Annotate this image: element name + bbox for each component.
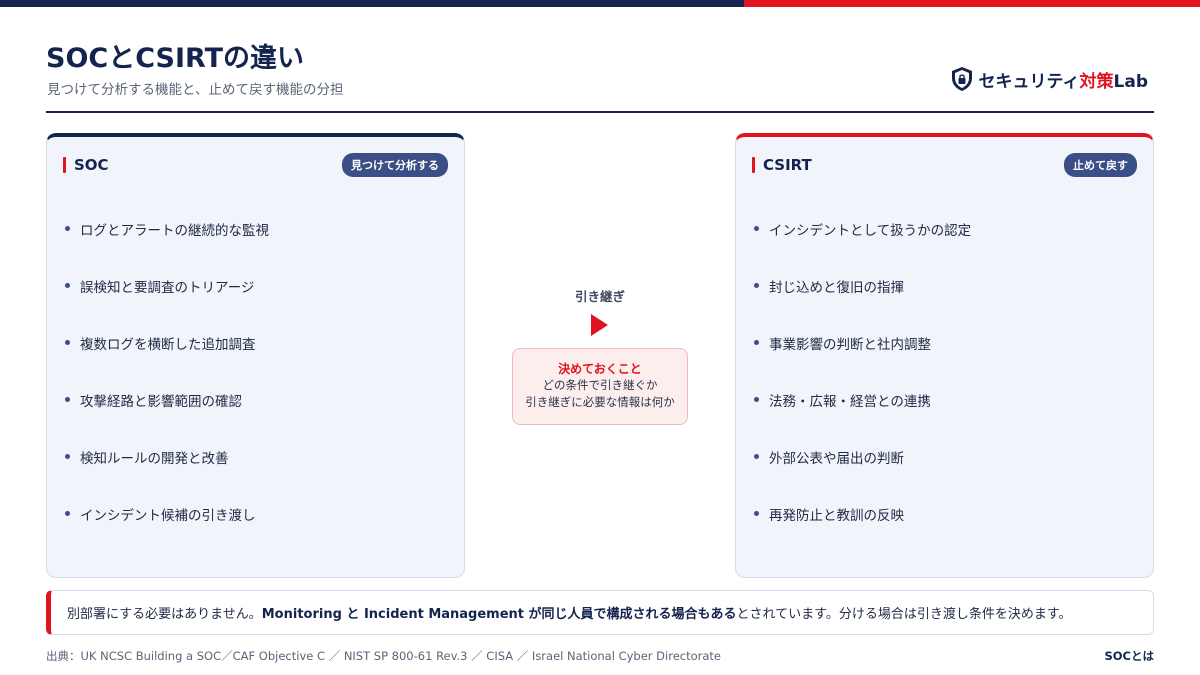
bullet-icon — [65, 283, 70, 288]
handoff-note: 決めておくこと どの条件で引き継ぐか 引き継ぎに必要な情報は何か — [512, 348, 688, 425]
section-label: SOCとは — [1104, 649, 1155, 663]
callout-text-tail: とされています。分ける場合は引き渡し条件を決めます。 — [736, 607, 1072, 622]
csirt-card-header: CSIRT 止めて戻す — [752, 153, 1137, 177]
list-item: 検知ルールの開発と改善 — [65, 447, 269, 504]
page-title: SOCとCSIRTの違い — [46, 43, 305, 74]
header-divider — [46, 111, 1154, 113]
title-marker — [752, 157, 755, 173]
list-item-text: 再発防止と教訓の反映 — [769, 508, 904, 524]
bullet-icon — [65, 340, 70, 345]
brand-logo: セキュリティ対策Lab — [951, 66, 1148, 92]
title-marker — [63, 157, 66, 173]
handoff-note-line: 引き継ぎに必要な情報は何か — [525, 395, 675, 409]
brand-prefix: セキュリティ — [978, 71, 1080, 92]
list-item: 事業影響の判断と社内調整 — [754, 333, 971, 390]
bullet-icon — [754, 340, 759, 345]
list-item-text: 攻撃経路と影響範囲の確認 — [80, 394, 242, 410]
brand-suffix: Lab — [1113, 71, 1148, 92]
list-item: 法務・広報・経営との連携 — [754, 390, 971, 447]
list-item: ログとアラートの継続的な監視 — [65, 219, 269, 276]
list-item: 外部公表や届出の判断 — [754, 447, 971, 504]
list-item-text: 検知ルールの開発と改善 — [80, 451, 229, 467]
list-item: インシデントとして扱うかの認定 — [754, 219, 971, 276]
bullet-icon — [754, 454, 759, 459]
list-item: 再発防止と教訓の反映 — [754, 504, 971, 561]
csirt-name: CSIRT — [763, 156, 812, 174]
list-item-text: 封じ込めと復旧の指揮 — [769, 280, 904, 296]
list-item-text: 事業影響の判断と社内調整 — [769, 337, 931, 353]
list-item: インシデント候補の引き渡し — [65, 504, 269, 561]
csirt-card-title: CSIRT — [752, 156, 812, 174]
list-item: 複数ログを横断した追加調査 — [65, 333, 269, 390]
top-accent-red — [744, 0, 1200, 7]
key-point-callout: 別部署にする必要はありません。 Monitoring と Incident Man… — [46, 590, 1154, 635]
bullet-icon — [754, 226, 759, 231]
list-item-text: ログとアラートの継続的な監視 — [80, 223, 269, 239]
list-item-text: 外部公表や届出の判断 — [769, 451, 904, 467]
list-item-text: インシデントとして扱うかの認定 — [769, 223, 972, 239]
handoff-note-title: 決めておくこと — [558, 362, 642, 376]
shield-lock-icon — [951, 67, 972, 91]
top-accent-bar — [0, 0, 1200, 7]
soc-card: SOC 見つけて分析する ログとアラートの継続的な監視 誤検知と要調査のトリアー… — [46, 133, 465, 578]
bullet-icon — [65, 511, 70, 516]
bullet-icon — [754, 397, 759, 402]
soc-function-list: ログとアラートの継続的な監視 誤検知と要調査のトリアージ 複数ログを横断した追加… — [65, 219, 269, 561]
list-item-text: インシデント候補の引き渡し — [80, 508, 256, 524]
soc-card-header: SOC 見つけて分析する — [63, 153, 448, 177]
csirt-card: CSIRT 止めて戻す インシデントとして扱うかの認定 封じ込めと復旧の指揮 事… — [735, 133, 1154, 578]
page-subtitle: 見つけて分析する機能と、止めて戻す機能の分担 — [47, 82, 344, 98]
list-item-text: 誤検知と要調査のトリアージ — [80, 280, 255, 296]
callout-text-lead: 別部署にする必要はありません。 — [67, 607, 262, 622]
bullet-icon — [65, 454, 70, 459]
bullet-icon — [65, 397, 70, 402]
brand-name: セキュリティ対策Lab — [979, 67, 1148, 92]
soc-name: SOC — [74, 156, 109, 174]
csirt-role-badge: 止めて戻す — [1064, 153, 1137, 177]
bullet-icon — [754, 283, 759, 288]
soc-card-title: SOC — [63, 156, 109, 174]
arrow-right-icon — [591, 314, 608, 336]
top-accent-navy — [0, 0, 744, 7]
csirt-function-list: インシデントとして扱うかの認定 封じ込めと復旧の指揮 事業影響の判断と社内調整 … — [754, 219, 971, 561]
brand-accent: 対策 — [1079, 71, 1114, 92]
list-item-text: 複数ログを横断した追加調査 — [80, 337, 256, 353]
source-citation: 出典：UK NCSC Building a SOC／CAF Objective … — [46, 649, 722, 663]
callout-text-emphasis: Monitoring と Incident Management が同じ人員で構… — [261, 607, 737, 622]
list-item: 誤検知と要調査のトリアージ — [65, 276, 269, 333]
list-item: 封じ込めと復旧の指揮 — [754, 276, 971, 333]
bullet-icon — [65, 226, 70, 231]
list-item-text: 法務・広報・経営との連携 — [769, 394, 931, 410]
handoff-note-line: どの条件で引き継ぐか — [542, 378, 658, 392]
soc-role-badge: 見つけて分析する — [342, 153, 448, 177]
handoff-label: 引き継ぎ — [574, 289, 625, 304]
list-item: 攻撃経路と影響範囲の確認 — [65, 390, 269, 447]
bullet-icon — [754, 511, 759, 516]
